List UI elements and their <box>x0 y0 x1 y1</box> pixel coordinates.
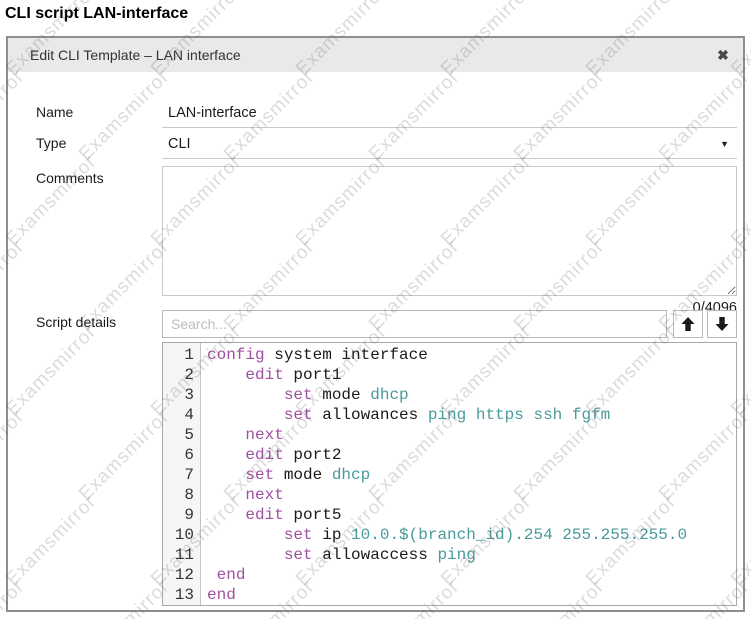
type-label: Type <box>36 135 66 151</box>
code-line: set ip 10.0.$(branch_id).254 255.255.255… <box>207 525 687 545</box>
line-number: 9 <box>163 505 200 525</box>
line-number: 11 <box>163 545 200 565</box>
line-number: 6 <box>163 445 200 465</box>
type-select[interactable]: CLI ▼ <box>162 129 737 159</box>
code-line: set allowaccess ping <box>207 545 687 565</box>
name-input[interactable] <box>162 98 737 128</box>
code-line: set allowances ping https ssh fgfm <box>207 405 687 425</box>
close-icon: ✖ <box>717 48 729 62</box>
page-title: CLI script LAN-interface <box>5 5 188 23</box>
script-details-label: Script details <box>36 314 116 330</box>
code-line: next <box>207 425 687 445</box>
line-number: 4 <box>163 405 200 425</box>
line-number: 8 <box>163 485 200 505</box>
line-number: 2 <box>163 365 200 385</box>
arrow-up-icon <box>680 316 696 332</box>
line-number: 12 <box>163 565 200 585</box>
name-label: Name <box>36 104 73 120</box>
code-line: end <box>207 565 687 585</box>
type-selected-value: CLI <box>168 136 191 152</box>
chevron-down-icon: ▼ <box>720 139 729 149</box>
edit-cli-template-dialog: Edit CLI Template – LAN interface ✖ Name… <box>6 36 745 612</box>
code-lines: config system interface edit port1 set m… <box>201 343 687 605</box>
line-number: 13 <box>163 585 200 605</box>
search-next-button[interactable] <box>707 310 737 338</box>
dialog-title: Edit CLI Template – LAN interface <box>30 47 241 63</box>
line-number: 1 <box>163 345 200 365</box>
line-number: 7 <box>163 465 200 485</box>
line-number: 5 <box>163 425 200 445</box>
line-number: 3 <box>163 385 200 405</box>
script-code-editor[interactable]: 12345678910111213 config system interfac… <box>162 342 737 606</box>
code-line: edit port2 <box>207 445 687 465</box>
code-line: next <box>207 485 687 505</box>
search-prev-button[interactable] <box>673 310 703 338</box>
code-line: set mode dhcp <box>207 465 687 485</box>
code-line: set mode dhcp <box>207 385 687 405</box>
code-line: edit port5 <box>207 505 687 525</box>
dialog-header: Edit CLI Template – LAN interface ✖ <box>8 38 743 72</box>
search-input[interactable] <box>162 310 667 338</box>
comments-textarea[interactable] <box>162 166 737 296</box>
code-line: end <box>207 585 687 605</box>
code-line: config system interface <box>207 345 687 365</box>
line-numbers: 12345678910111213 <box>163 343 201 605</box>
line-number: 10 <box>163 525 200 545</box>
close-button[interactable]: ✖ <box>713 45 733 65</box>
code-line: edit port1 <box>207 365 687 385</box>
arrow-down-icon <box>714 316 730 332</box>
comments-label: Comments <box>36 170 104 186</box>
